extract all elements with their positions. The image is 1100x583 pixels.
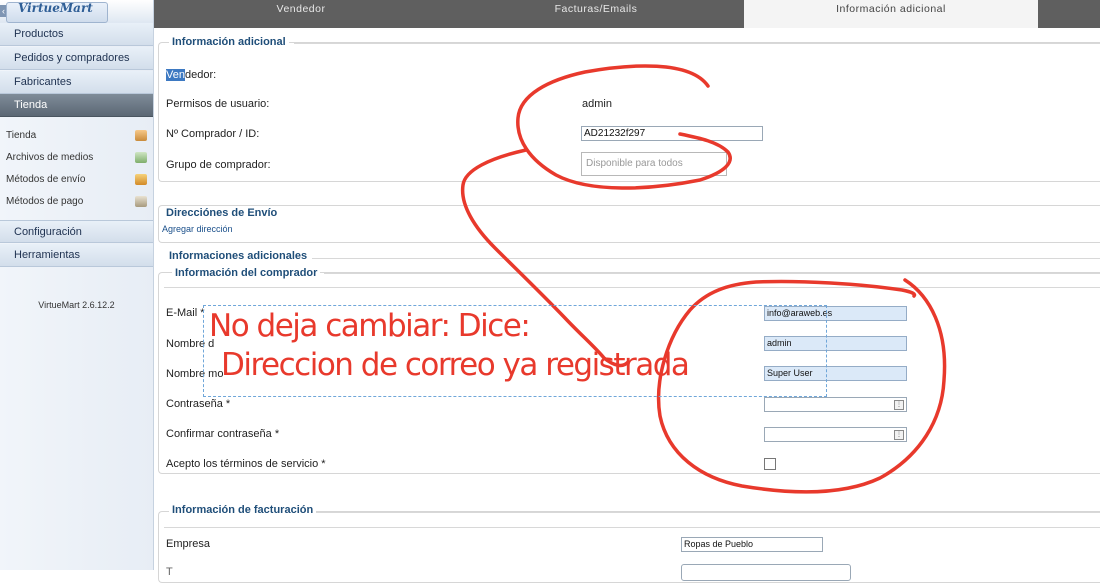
tab-facturas-emails[interactable]: Facturas/Emails: [448, 0, 744, 28]
vendedor-label-selected: Ven: [166, 69, 185, 81]
divider: [312, 258, 1100, 259]
terms-checkbox[interactable]: [764, 458, 776, 470]
nombre-input[interactable]: admin: [764, 336, 907, 351]
empresa-label: Empresa: [166, 538, 211, 550]
email-input[interactable]: info@araweb.es: [764, 306, 907, 321]
sub-item-label: Métodos de envío: [6, 174, 86, 185]
agregar-direccion-link[interactable]: Agregar dirección: [162, 224, 233, 234]
terms-label: Acepto los términos de servicio *: [166, 458, 326, 470]
password-confirm-input[interactable]: ⋮: [764, 427, 907, 442]
comprador-id-label: Nº Comprador / ID:: [166, 128, 260, 140]
nombre-label: Nombre d: [166, 338, 215, 350]
nav-tienda[interactable]: Tienda: [0, 94, 153, 117]
email-label: E-Mail *: [166, 307, 205, 319]
empresa-input[interactable]: Ropas de Pueblo: [681, 537, 823, 552]
nav-productos[interactable]: Productos: [0, 23, 153, 46]
cut-off-label: T: [166, 566, 173, 578]
permisos-label: Permisos de usuario:: [166, 98, 270, 110]
divider: [324, 273, 1100, 274]
tab-informacion-adicional[interactable]: Información adicional: [744, 0, 1038, 28]
main-content: Información adicional Vendedor: Permisos…: [154, 28, 1100, 583]
comprador-id-input[interactable]: AD21232f297: [581, 126, 763, 141]
envio-panel: [158, 205, 1100, 243]
version-label: VirtueMart 2.6.12.2: [38, 300, 115, 310]
sub-item-label: Métodos de pago: [6, 196, 84, 207]
grupo-comprador-label: Grupo de comprador:: [166, 159, 271, 171]
nombre-mostrado-input[interactable]: Super User: [764, 366, 907, 381]
password-input[interactable]: ⋮: [764, 397, 907, 412]
password-confirm-label: Confirmar contraseña *: [166, 428, 280, 440]
store-icon: [135, 130, 147, 141]
sub-item-label: Archivos de medios: [6, 152, 94, 163]
sub-item-metodos-pago[interactable]: Métodos de pago: [0, 191, 153, 213]
grupo-comprador-select[interactable]: Disponible para todos: [581, 152, 727, 176]
payment-icon: [135, 196, 147, 207]
nav-pedidos-compradores[interactable]: Pedidos y compradores: [0, 47, 153, 70]
sub-item-metodos-envio[interactable]: Métodos de envío: [0, 169, 153, 191]
sub-item-label: Tienda: [6, 130, 37, 141]
section-title-envio: Direcciónes de Envío: [166, 207, 278, 219]
key-icon: ⋮: [894, 430, 904, 440]
password-label: Contraseña *: [166, 398, 231, 410]
nav-fabricantes[interactable]: Fabricantes: [0, 71, 153, 94]
section-title-informaciones-adicionales: Informaciones adicionales: [169, 250, 308, 262]
vendedor-label: Vendedor:: [166, 69, 216, 81]
divider: [294, 43, 1100, 44]
tab-bar: Vendedor Facturas/Emails Información adi…: [154, 0, 1100, 28]
virtuemart-logo[interactable]: ‹ VirtueMart: [0, 0, 153, 25]
divider: [164, 287, 1100, 288]
sub-item-archivos-medios[interactable]: Archivos de medios: [0, 147, 153, 169]
vendedor-label-rest: dedor:: [184, 69, 217, 81]
section-title-info-adicional: Información adicional: [169, 36, 289, 48]
divider: [314, 512, 1100, 513]
sub-item-tienda[interactable]: Tienda: [0, 125, 153, 147]
nav-configuracion[interactable]: Configuración: [0, 220, 153, 243]
nav-herramientas[interactable]: Herramientas: [0, 244, 153, 267]
sidebar: ‹ VirtueMart Productos Pedidos y comprad…: [0, 0, 154, 570]
permisos-value: admin: [582, 98, 612, 110]
section-title-info-comprador: Información del comprador: [172, 267, 321, 279]
tab-vendedor[interactable]: Vendedor: [154, 0, 448, 28]
logo-text: VirtueMart: [18, 1, 93, 15]
comprador-panel: [158, 272, 1100, 474]
section-title-facturacion: Información de facturación: [169, 504, 317, 516]
key-icon: ⋮: [894, 400, 904, 410]
facturacion-panel: [158, 511, 1100, 583]
media-icon: [135, 152, 147, 163]
divider: [164, 527, 1100, 528]
nombre-mostrado-label: Nombre mo: [166, 368, 224, 380]
truck-icon: [135, 174, 147, 185]
cut-off-input[interactable]: [681, 564, 851, 581]
